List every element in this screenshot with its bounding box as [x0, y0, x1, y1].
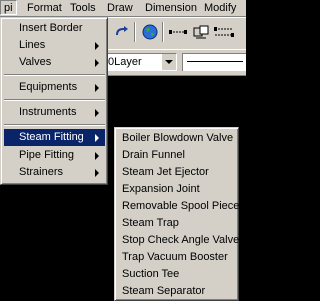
submenu-item-drain-funnel[interactable]: Drain Funnel — [118, 147, 236, 164]
submenu-arrow-icon — [95, 109, 99, 117]
distance-icon[interactable] — [168, 22, 188, 42]
submenu-item-steam-trap[interactable]: Steam Trap — [118, 215, 236, 232]
submenu-arrow-icon — [95, 169, 99, 177]
menu-item-label: Trap Vacuum Booster — [122, 251, 228, 263]
menu-separator — [4, 99, 105, 101]
menu-item-label: Steam Trap — [122, 217, 179, 229]
menu-item-label: Steam Fitting — [19, 131, 84, 143]
menu-dimension[interactable]: Dimension — [145, 1, 197, 16]
application-window: pi Format Tools Draw Dimension Modify 0L… — [0, 0, 246, 301]
redo-icon[interactable] — [112, 22, 132, 42]
block-icon[interactable] — [191, 22, 211, 42]
submenu-arrow-icon — [95, 152, 99, 160]
submenu-item-steam-separator[interactable]: Steam Separator — [118, 283, 236, 300]
submenu-arrow-icon — [95, 59, 99, 67]
menu-item-label: Strainers — [19, 166, 64, 178]
menu-item-label: Steam Separator — [122, 285, 206, 297]
menu-item-pipe-fitting[interactable]: Pipe Fitting — [4, 147, 105, 164]
menu-format[interactable]: Format — [27, 1, 62, 16]
menu-item-lines[interactable]: Lines — [4, 37, 105, 54]
menu-item-instruments[interactable]: Instruments — [4, 104, 105, 121]
menu-modify[interactable]: Modify — [204, 1, 236, 16]
menu-item-label: Insert Border — [19, 22, 83, 34]
menu-item-valves[interactable]: Valves — [4, 54, 105, 71]
menu-item-strainers[interactable]: Strainers — [4, 164, 105, 181]
menu-item-label: Suction Tee — [122, 268, 180, 280]
menu-draw[interactable]: Draw — [107, 1, 133, 16]
menu-item-label: Stop Check Angle Valve — [122, 234, 240, 246]
menu-item-label: Drain Funnel — [122, 149, 185, 161]
submenu-item-stop-check-angle-valve[interactable]: Stop Check Angle Valve — [118, 232, 240, 249]
steam-fitting-submenu: Boiler Blowdown Valve Drain Funnel Steam… — [114, 127, 239, 301]
menu-pi[interactable]: pi — [0, 0, 17, 15]
toolbar-separator — [134, 22, 136, 42]
menu-item-label: Lines — [19, 39, 46, 51]
menubar: pi Format Tools Draw Dimension Modify — [0, 0, 246, 17]
menu-item-label: Removable Spool Piece — [122, 200, 240, 212]
layer-value: 0Layer — [108, 56, 142, 68]
submenu-arrow-icon — [95, 84, 99, 92]
menu-item-label: Instruments — [19, 106, 77, 118]
linetype-preview — [187, 61, 243, 62]
pi-menu-dropdown: Insert Border Lines Valves Equipments In… — [0, 17, 108, 185]
menu-item-label: Equipments — [19, 81, 78, 93]
dimension-icon[interactable] — [214, 22, 234, 42]
toolbar-separator — [162, 22, 164, 42]
menu-separator — [4, 124, 105, 126]
menu-separator — [4, 74, 105, 76]
menu-item-label: Expansion Joint — [122, 183, 200, 195]
submenu-item-suction-tee[interactable]: Suction Tee — [118, 266, 236, 283]
submenu-item-boiler-blowdown-valve[interactable]: Boiler Blowdown Valve — [118, 130, 236, 147]
submenu-arrow-icon — [95, 42, 99, 50]
menu-item-insert-border[interactable]: Insert Border — [4, 20, 105, 37]
globe-icon[interactable] — [140, 22, 160, 42]
submenu-item-trap-vacuum-booster[interactable]: Trap Vacuum Booster — [118, 249, 236, 266]
submenu-item-expansion-joint[interactable]: Expansion Joint — [118, 181, 236, 198]
submenu-arrow-icon — [95, 134, 99, 142]
chevron-down-icon[interactable] — [161, 54, 176, 70]
menu-item-label: Pipe Fitting — [19, 149, 75, 161]
submenu-item-steam-jet-ejector[interactable]: Steam Jet Ejector — [118, 164, 236, 181]
menu-item-label: Boiler Blowdown Valve — [122, 132, 234, 144]
menu-item-equipments[interactable]: Equipments — [4, 79, 105, 96]
submenu-item-removable-spool-piece[interactable]: Removable Spool Piece — [118, 198, 240, 215]
menu-item-label: Valves — [19, 56, 52, 68]
linetype-dropdown[interactable] — [182, 53, 246, 71]
layer-dropdown[interactable]: 0Layer — [104, 53, 177, 71]
menu-tools[interactable]: Tools — [70, 1, 96, 16]
menu-item-steam-fitting[interactable]: Steam Fitting — [4, 129, 105, 146]
menu-item-label: Steam Jet Ejector — [122, 166, 209, 178]
